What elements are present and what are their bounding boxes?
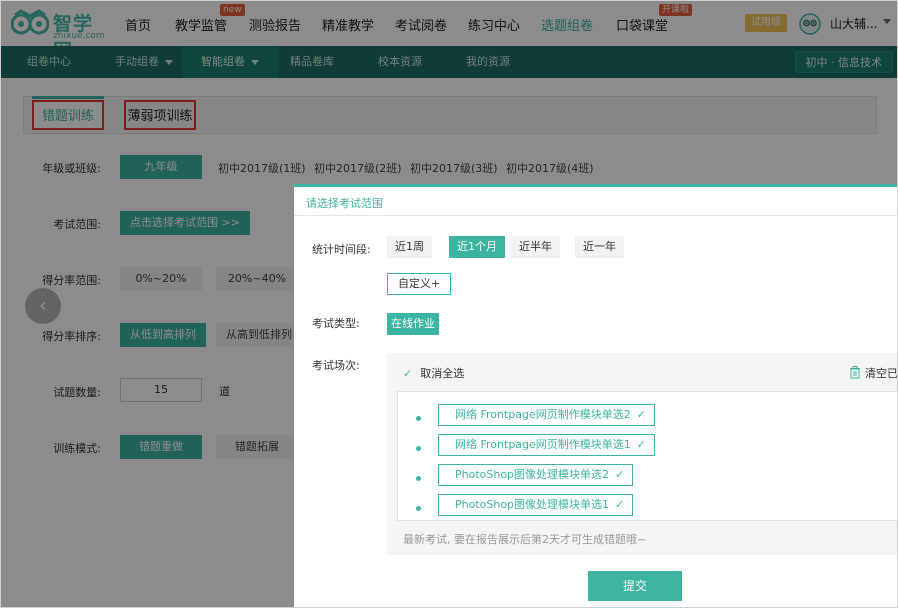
modal-title: 请选择考试范围 — [306, 197, 383, 210]
exam-item-4[interactable]: PhotoShop图像处理模块单选1 ✓ — [438, 494, 634, 516]
exam-range-modal: 请选择考试范围 统计时间段: 近1周 近1个月 近半年 近一年 自定义+ 考试类… — [294, 184, 898, 607]
app-window: 智学网 zhixue.com 首页 教学监管 new 测验报告 精准教学 考试阅… — [0, 0, 898, 608]
modal-divider — [294, 215, 897, 216]
check-icon: ✓ — [403, 367, 413, 380]
time-option-1-year[interactable]: 近一年 — [575, 236, 624, 258]
exam-item-label: PhotoShop图像处理模块单选2 — [455, 468, 610, 481]
custom-period-button[interactable]: 自定义+ — [387, 273, 452, 295]
submit-button[interactable]: 提交 — [588, 571, 682, 601]
time-option-1-week[interactable]: 近1周 — [387, 236, 432, 258]
exam-item-label: 网络 Frontpage网页制作模块单选2 — [455, 408, 631, 421]
check-icon: ✓ — [615, 498, 625, 511]
list-bullet — [416, 476, 421, 481]
check-icon: ✓ — [615, 468, 625, 481]
list-bullet — [416, 416, 421, 421]
deselect-all-checkbox[interactable]: ✓ 取消全选 — [403, 365, 464, 381]
exam-type-online-homework[interactable]: 在线作业 — [387, 313, 439, 335]
time-period-label: 统计时间段: — [312, 243, 371, 256]
check-icon: ✓ — [636, 438, 647, 451]
time-option-half-year[interactable]: 近半年 — [511, 236, 560, 258]
exam-item-label: PhotoShop图像处理模块单选1 — [455, 498, 610, 511]
exam-session-label: 考试场次: — [312, 359, 360, 372]
exam-item-1[interactable]: 网络 Frontpage网页制作模块单选2 ✓ — [438, 404, 656, 426]
deselect-all-label: 取消全选 — [420, 367, 465, 380]
clear-selected-button[interactable]: 清空已选 — [849, 365, 898, 381]
exam-type-label: 考试类型: — [312, 317, 360, 330]
list-bullet — [416, 506, 421, 511]
exam-item-3[interactable]: PhotoShop图像处理模块单选2 ✓ — [438, 464, 634, 486]
check-icon: ✓ — [636, 408, 647, 421]
exam-item-label: 网络 Frontpage网页制作模块单选1 — [455, 438, 631, 451]
trash-icon — [850, 366, 860, 379]
clear-selected-label: 清空已选 — [865, 367, 898, 380]
exam-item-2[interactable]: 网络 Frontpage网页制作模块单选1 ✓ — [438, 434, 656, 456]
exam-session-panel: ✓ 取消全选 清空已选 网络 Frontpage网页制作模块单选2 ✓ 网络 Fro… — [387, 353, 898, 555]
time-option-1-month[interactable]: 近1个月 — [449, 236, 505, 258]
generation-note: 最新考试, 要在报告展示后第2天才可生成错题哦~ — [403, 533, 647, 546]
list-bullet — [416, 446, 421, 451]
exam-list: 网络 Frontpage网页制作模块单选2 ✓ 网络 Frontpage网页制作模… — [397, 391, 897, 521]
